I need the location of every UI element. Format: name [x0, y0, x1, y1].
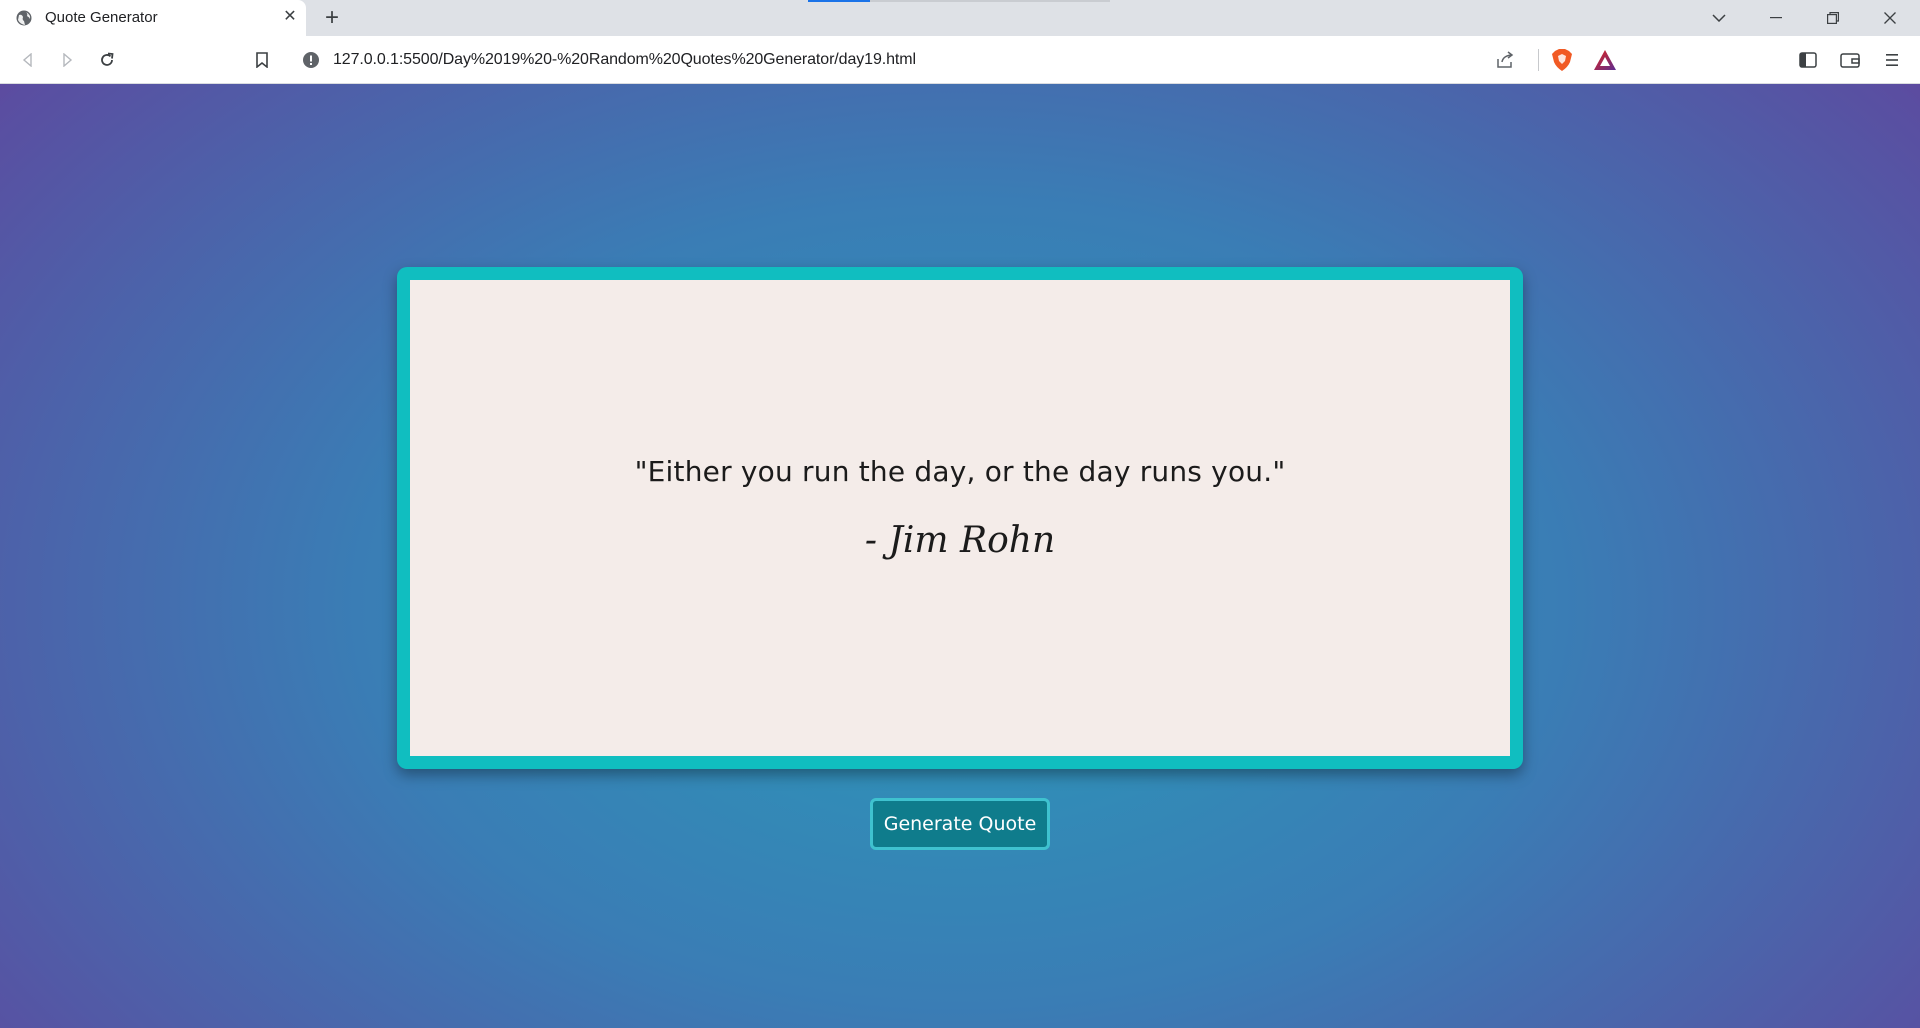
tab-title: Quote Generator [45, 9, 158, 26]
sidebar-icon[interactable] [1796, 48, 1820, 72]
close-window-button[interactable] [1862, 0, 1918, 36]
tab-quote-generator[interactable]: Quote Generator ✕ [0, 0, 306, 36]
globe-icon [16, 10, 32, 26]
tab-progress-indicator [808, 0, 870, 2]
address-bar[interactable]: 127.0.0.1:5500/Day%2019%20-%20Random%20Q… [291, 40, 1627, 80]
reload-button[interactable] [95, 48, 119, 72]
tab-progress-track [870, 0, 1110, 2]
share-icon[interactable] [1495, 50, 1515, 75]
page-viewport: "Either you run the day, or the day runs… [0, 84, 1920, 1028]
brave-shields-icon[interactable] [1551, 48, 1573, 77]
browser-toolbar: 127.0.0.1:5500/Day%2019%20-%20Random%20Q… [0, 36, 1920, 84]
restore-button[interactable] [1805, 0, 1861, 36]
bookmark-icon[interactable] [250, 48, 274, 72]
wallet-icon[interactable] [1838, 48, 1862, 72]
forward-button[interactable] [55, 48, 79, 72]
divider [1538, 49, 1539, 71]
close-tab-icon[interactable]: ✕ [282, 9, 298, 25]
url-text: 127.0.0.1:5500/Day%2019%20-%20Random%20Q… [333, 51, 916, 68]
quote-author: - Jim Rohn [864, 520, 1056, 561]
site-info-icon[interactable] [303, 52, 319, 68]
brave-rewards-icon[interactable] [1593, 49, 1617, 76]
tab-search-button[interactable] [1691, 0, 1747, 36]
minimize-button[interactable] [1748, 0, 1804, 36]
quote-text: "Either you run the day, or the day runs… [634, 455, 1286, 488]
generate-quote-button[interactable]: Generate Quote [870, 798, 1050, 850]
menu-icon[interactable] [1880, 48, 1904, 72]
new-tab-button[interactable]: + [320, 6, 344, 31]
tab-strip: Quote Generator ✕ + [0, 0, 1920, 36]
back-button[interactable] [16, 48, 40, 72]
quote-card: "Either you run the day, or the day runs… [397, 267, 1523, 769]
